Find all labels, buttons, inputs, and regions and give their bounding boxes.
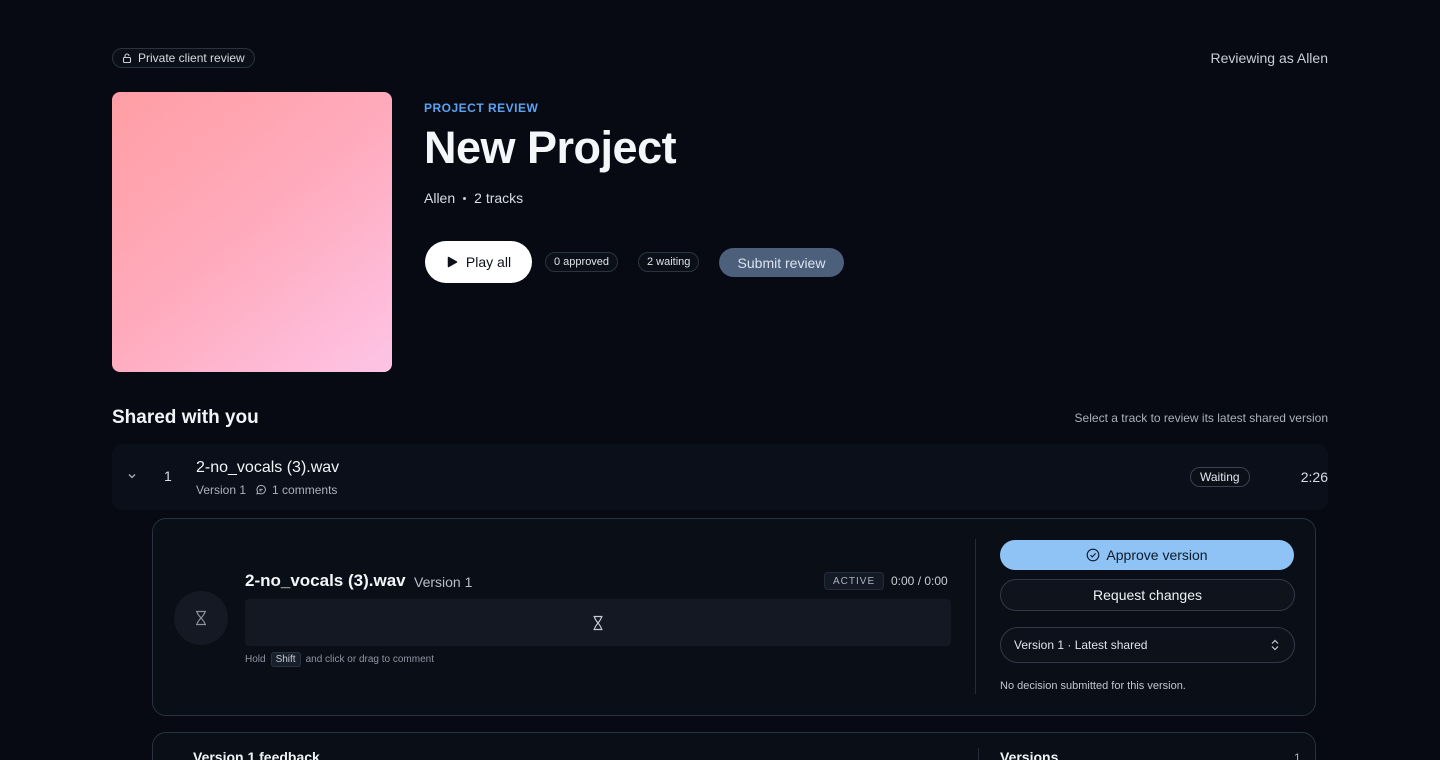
hourglass-icon <box>593 615 603 630</box>
play-all-label: Play all <box>465 254 512 270</box>
track-name[interactable]: 2-no_vocals (3).wav <box>196 459 339 477</box>
approved-count-badge: 0 approved <box>545 252 619 272</box>
active-badge: ACTIVE <box>824 572 885 590</box>
request-changes-button[interactable]: Request changes <box>1000 579 1295 611</box>
track-number: 1 <box>164 468 172 484</box>
player-track-name: 2-no_vocals (3).wav <box>245 571 406 590</box>
section-hint: Select a track to review its latest shar… <box>1074 411 1328 425</box>
reviewing-as-label: Reviewing as Allen <box>1210 50 1328 66</box>
playback-time: 0:00 / 0:00 <box>891 574 948 588</box>
versions-count: 1 <box>1294 751 1301 760</box>
track-row[interactable] <box>112 444 1328 510</box>
track-comment-count: 1 comments <box>272 483 338 497</box>
chevron-down-icon[interactable] <box>126 470 138 482</box>
track-status-badge: Waiting <box>1190 467 1250 487</box>
lock-icon <box>122 53 132 64</box>
loading-play-button[interactable] <box>174 591 228 645</box>
track-duration: 2:26 <box>1300 469 1328 485</box>
private-review-label: Private client review <box>138 51 245 65</box>
feedback-panel <box>152 732 1316 760</box>
private-review-badge: Private client review <box>112 48 255 68</box>
hourglass-icon <box>196 610 206 626</box>
project-meta: Allen 2 tracks <box>424 190 523 206</box>
versions-title: Versions <box>1000 749 1059 760</box>
project-owner: Allen <box>424 190 456 206</box>
approve-version-button[interactable]: Approve version <box>1000 540 1294 570</box>
project-eyebrow: PROJECT REVIEW <box>424 101 539 115</box>
separator-dot <box>463 196 467 200</box>
play-icon <box>447 256 458 268</box>
check-circle-icon <box>1087 548 1100 562</box>
track-subtitle: Version 1 1 comments <box>196 483 337 497</box>
comment-icon <box>256 484 266 495</box>
version-select-value: Version 1 · Latest shared <box>1014 638 1148 652</box>
project-title: New Project <box>424 122 677 173</box>
feedback-divider <box>978 748 979 760</box>
project-cover-art <box>112 92 392 372</box>
comment-hint: Hold Shift and click or drag to comment <box>245 652 434 667</box>
chevron-up-down-icon <box>1271 639 1279 651</box>
section-title: Shared with you <box>112 407 259 428</box>
panel-divider <box>975 539 976 694</box>
shift-key: Shift <box>270 652 301 667</box>
approve-version-label: Approve version <box>1106 547 1208 563</box>
hint-prefix: Hold <box>245 654 266 665</box>
player-version-label: Version 1 <box>414 574 473 590</box>
decision-note: No decision submitted for this version. <box>1000 680 1186 692</box>
submit-review-button[interactable]: Submit review <box>719 248 844 277</box>
project-track-count: 2 tracks <box>474 190 524 206</box>
version-select[interactable]: Version 1 · Latest shared <box>1000 627 1295 663</box>
hint-suffix: and click or drag to comment <box>305 654 434 665</box>
waveform-area[interactable] <box>245 599 951 646</box>
track-version: Version 1 <box>196 483 247 497</box>
waiting-count-badge: 2 waiting <box>638 252 700 272</box>
feedback-title: Version 1 feedback <box>193 749 320 760</box>
play-all-button[interactable]: Play all <box>425 241 532 283</box>
